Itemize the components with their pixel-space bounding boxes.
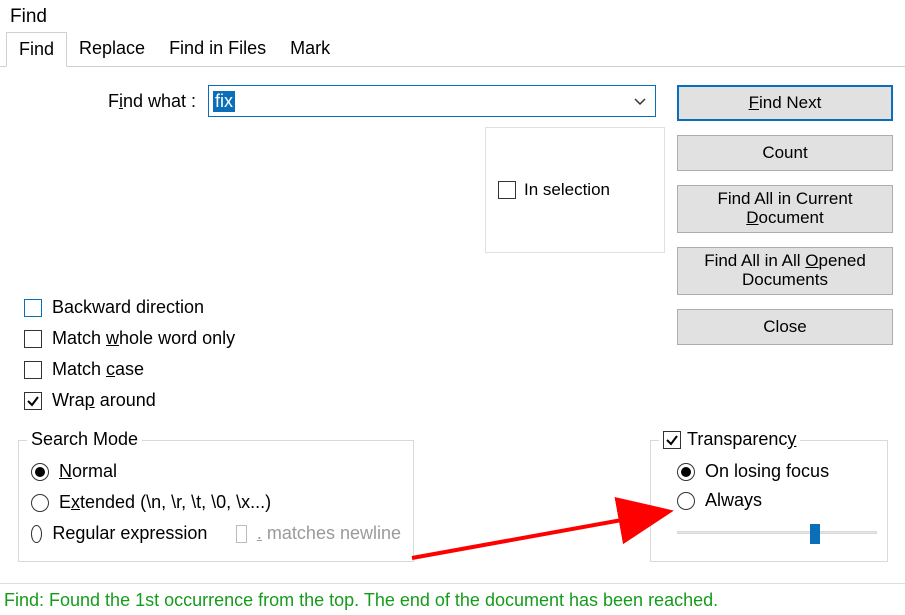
in-selection-group: In selection xyxy=(485,127,665,253)
matches-newline-label: . matches newline xyxy=(257,523,401,544)
search-mode-extended-radio[interactable]: Extended (\n, \r, \t, \0, \x...) xyxy=(31,492,401,513)
find-what-value: fix xyxy=(213,91,235,112)
matches-newline-checkbox xyxy=(236,525,247,543)
search-mode-group: Search Mode Normal Extended (\n, \r, \t,… xyxy=(18,440,414,562)
tab-find-in-files[interactable]: Find in Files xyxy=(157,32,278,66)
in-selection-checkbox[interactable]: In selection xyxy=(498,180,610,200)
search-mode-regex-radio[interactable]: Regular expression . matches newline xyxy=(31,523,401,544)
search-mode-normal-radio[interactable]: Normal xyxy=(31,461,401,482)
search-mode-legend: Search Mode xyxy=(27,429,142,450)
tabs: Find Replace Find in Files Mark xyxy=(0,32,905,67)
find-all-current-button[interactable]: Find All in Current Document xyxy=(677,185,893,233)
match-case-label: Match case xyxy=(52,359,144,380)
tab-mark[interactable]: Mark xyxy=(278,32,342,66)
wrap-around-checkbox[interactable]: Wrap around xyxy=(24,390,893,411)
find-what-input[interactable]: fix xyxy=(208,85,656,117)
close-button[interactable]: Close xyxy=(677,309,893,345)
in-selection-label: In selection xyxy=(524,180,610,200)
window-title: Find xyxy=(0,0,905,32)
backward-direction-label: Backward direction xyxy=(52,297,204,318)
count-button[interactable]: Count xyxy=(677,135,893,171)
match-case-checkbox[interactable]: Match case xyxy=(24,359,893,380)
transparency-always-radio[interactable]: Always xyxy=(677,490,875,511)
status-bar: Find: Found the 1st occurrence from the … xyxy=(0,583,905,615)
transparency-slider[interactable] xyxy=(677,525,877,541)
find-all-opened-button[interactable]: Find All in All Opened Documents xyxy=(677,247,893,295)
tab-replace[interactable]: Replace xyxy=(67,32,157,66)
transparency-group: Transparency On losing focus Always xyxy=(650,440,888,562)
chevron-down-icon[interactable] xyxy=(633,94,647,114)
match-whole-word-label: Match whole word only xyxy=(52,328,235,349)
find-next-button[interactable]: Find Next xyxy=(677,85,893,121)
wrap-around-label: Wrap around xyxy=(52,390,156,411)
tab-find[interactable]: Find xyxy=(6,32,67,67)
find-what-label: Find what : xyxy=(12,91,202,112)
transparency-legend[interactable]: Transparency xyxy=(659,429,800,450)
transparency-on-losing-focus-radio[interactable]: On losing focus xyxy=(677,461,875,482)
